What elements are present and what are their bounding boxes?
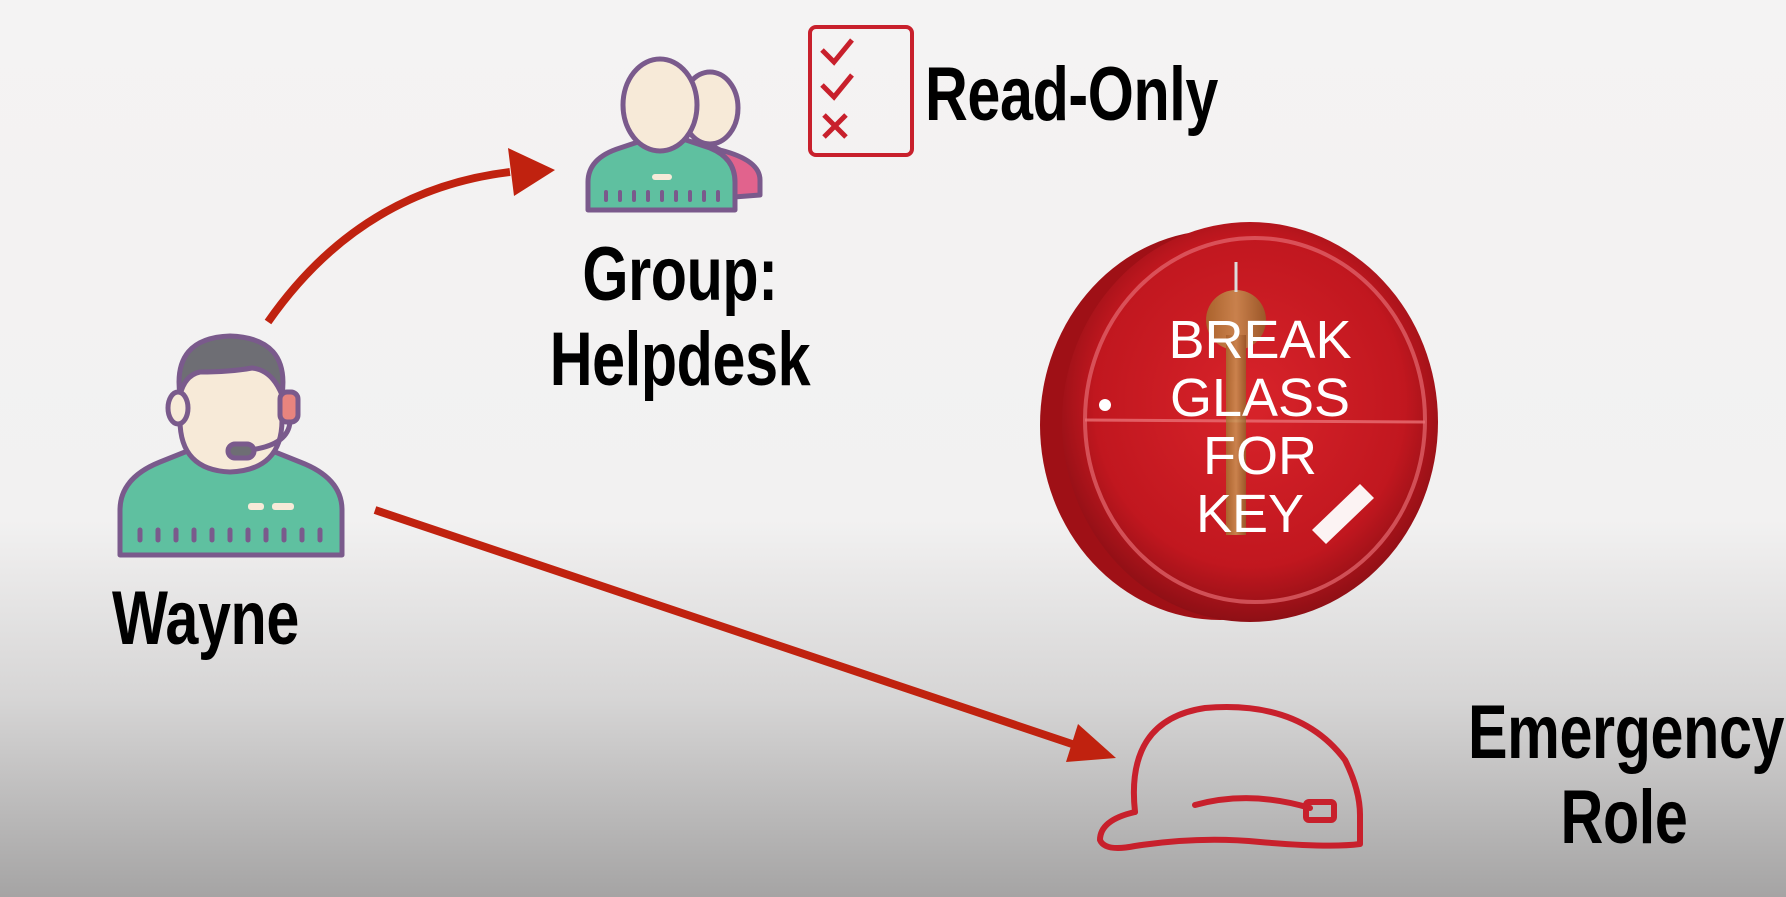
user-group-icon [585,56,763,213]
group-label: Group: Helpdesk [516,232,844,402]
break-text-line2: GLASS [1170,368,1350,428]
break-text-line3: FOR [1203,426,1317,486]
user-name-label: Wayne [112,576,299,661]
break-text-line1: BREAK [1168,310,1351,370]
role-label-line2: Role [1560,775,1688,861]
hard-hat-icon [1097,704,1363,851]
break-text-line4: KEY [1196,484,1304,544]
checklist-icon [808,25,914,157]
role-label: Emergency Role [1468,690,1785,861]
group-label-line1: Group: [582,232,778,317]
role-label-line1: Emergency [1468,690,1785,775]
headset-user-icon [117,333,345,558]
permission-label: Read-Only [925,52,1218,137]
arrow-to-group [264,148,555,325]
break-glass-key-box: BREAK GLASS FOR KEY [1040,222,1438,622]
arrow-to-role [373,506,1116,762]
group-label-line2: Helpdesk [549,317,811,403]
